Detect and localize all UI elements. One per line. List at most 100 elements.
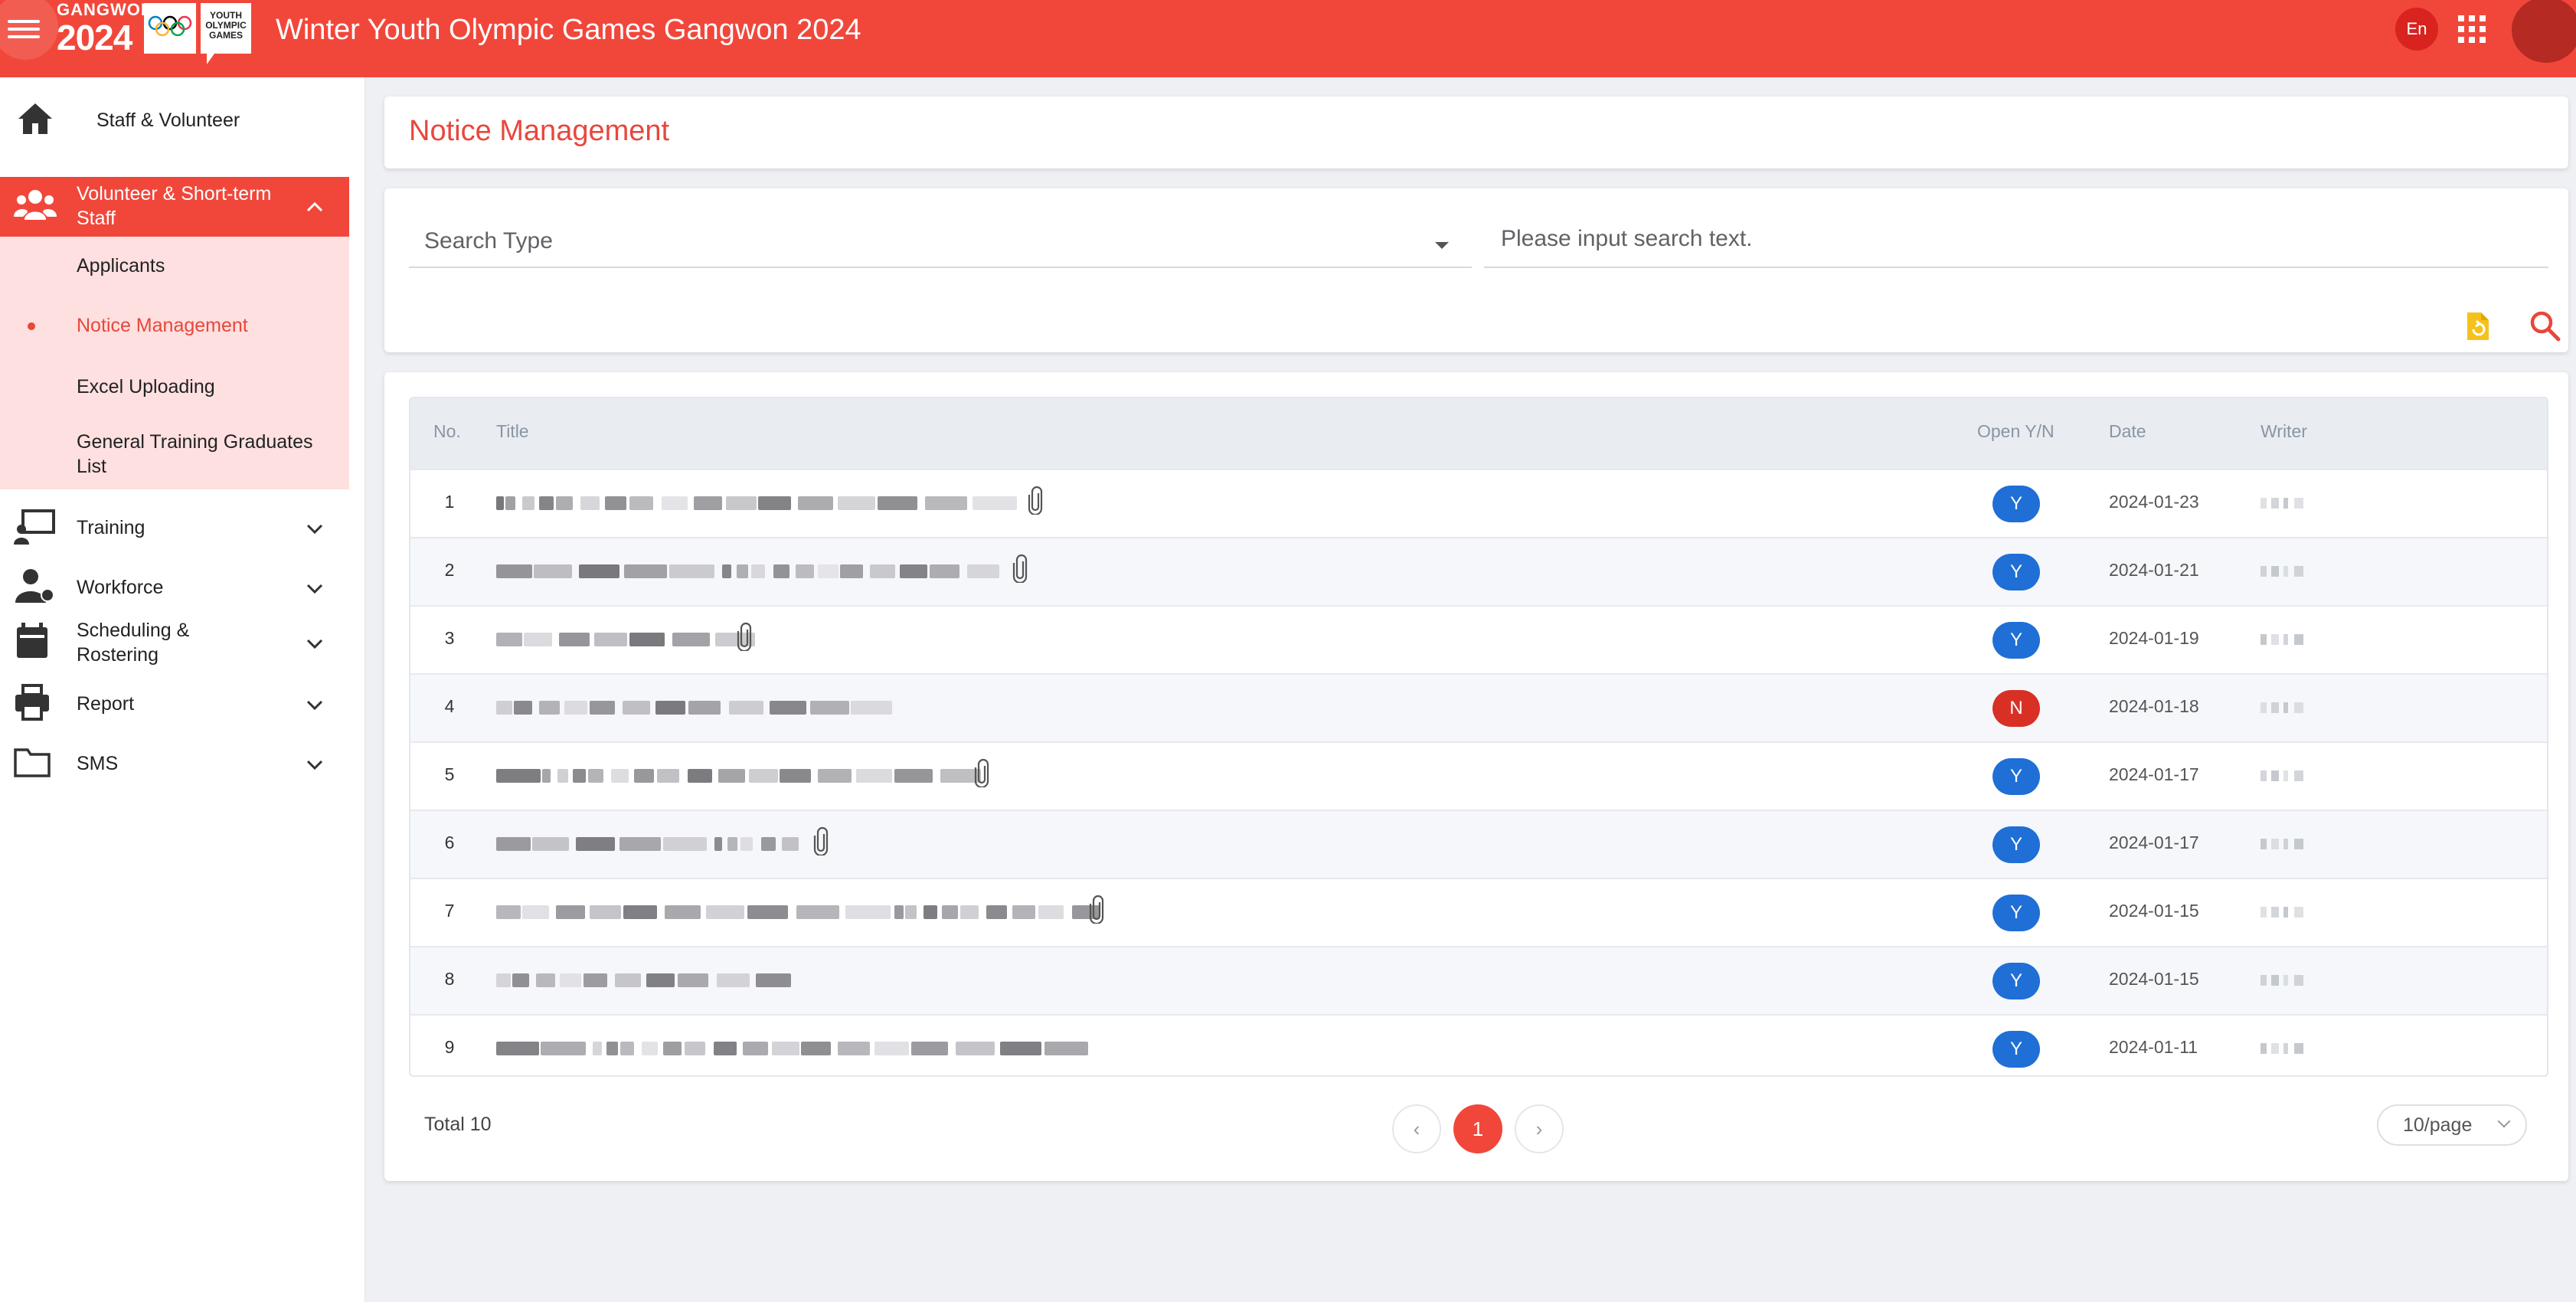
search-icon[interactable] (2529, 309, 2561, 342)
page-size-select[interactable]: 10/page (2377, 1104, 2527, 1146)
search-text-field[interactable] (1484, 219, 2548, 268)
chevron-down-icon (306, 584, 323, 594)
row-number: 7 (444, 901, 455, 921)
row-writer-redacted (2261, 767, 2314, 784)
reset-file-icon[interactable] (2464, 311, 2490, 342)
redacted-text-segment (620, 1042, 634, 1055)
redacted-text-segment (573, 769, 586, 783)
table-row[interactable]: 7 Y 2024-01-15 (410, 878, 2547, 947)
apps-grid-icon[interactable] (2458, 15, 2486, 43)
open-status-badge[interactable]: Y (1992, 758, 2040, 795)
redacted-text-segment (718, 769, 745, 783)
user-gear-icon (15, 569, 54, 603)
redacted-text-segment (845, 905, 891, 919)
redacted-text-segment (619, 837, 661, 851)
paperclip-icon (737, 622, 752, 651)
sidebar-item-report[interactable]: Report (0, 679, 349, 728)
sidebar-item-workforce[interactable]: Workforce (0, 563, 349, 612)
redacted-text-segment (559, 633, 590, 646)
table-row[interactable]: 6 Y 2024-01-17 (410, 810, 2547, 878)
notice-table: No. Title Open Y/N Date Writer 1 Y 2024-01… (409, 397, 2548, 1077)
table-row[interactable]: 3 Y 2024-01-19 (410, 605, 2547, 674)
redacted-text-segment (743, 1042, 768, 1055)
open-status-badge[interactable]: Y (1992, 826, 2040, 863)
open-status-badge[interactable]: Y (1992, 895, 2040, 931)
redacted-text-segment (556, 496, 573, 510)
prev-page-button[interactable]: ‹ (1392, 1104, 1441, 1153)
menu-icon[interactable] (0, 0, 58, 60)
open-status-badge[interactable]: Y (1992, 1031, 2040, 1068)
redacted-text-segment (663, 837, 707, 851)
redacted-text-segment (749, 769, 778, 783)
open-status-badge[interactable]: Y (1992, 486, 2040, 522)
paperclip-icon (1028, 486, 1043, 515)
redacted-text-segment (536, 973, 555, 987)
sidebar-item-scheduling-rostering[interactable]: Scheduling & Rostering (0, 613, 349, 673)
redacted-text-segment (773, 564, 789, 578)
redacted-text-segment (594, 633, 627, 646)
redacted-text-segment (878, 496, 917, 510)
redacted-text-segment (634, 769, 654, 783)
header-open: Open Y/N (1977, 421, 2055, 441)
search-card: Search Type (384, 188, 2568, 352)
redacted-text-segment (606, 1042, 618, 1055)
sidebar-subitem-notice-management[interactable]: Notice Management (77, 313, 248, 338)
search-input[interactable] (1499, 225, 2514, 253)
active-dot-indicator (28, 322, 35, 330)
page-title-card: Notice Management (384, 97, 2568, 168)
submenu-volunteer: Applicants Notice Management Excel Uploa… (0, 237, 349, 489)
calendar-icon (17, 623, 47, 658)
redacted-text-segment (557, 769, 568, 783)
presentation-icon (14, 509, 55, 545)
chevron-up-icon (306, 201, 323, 212)
redacted-text-segment (522, 496, 534, 510)
table-row[interactable]: 1 Y 2024-01-23 (410, 469, 2547, 538)
table-row[interactable]: 8 Y 2024-01-15 (410, 946, 2547, 1015)
table-row[interactable]: 2 Y 2024-01-21 (410, 537, 2547, 606)
open-status-badge[interactable]: N (1992, 690, 2040, 727)
redacted-text-segment (727, 837, 737, 851)
row-date: 2024-01-23 (2109, 492, 2199, 512)
sidebar-subitem-excel-uploading[interactable]: Excel Uploading (77, 375, 215, 399)
sidebar-item-label: Volunteer & Short-term Staff (77, 183, 272, 229)
redacted-text-segment (522, 905, 549, 919)
row-date: 2024-01-21 (2109, 560, 2199, 580)
redacted-text-segment (505, 496, 515, 510)
page-title: Notice Management (409, 115, 670, 147)
redacted-text-segment (588, 769, 603, 783)
chevron-down-icon (306, 639, 323, 649)
sidebar-item-training[interactable]: Training (0, 503, 349, 552)
next-page-button[interactable]: › (1515, 1104, 1564, 1153)
sidebar-item-staff-volunteer[interactable]: Staff & Volunteer (0, 96, 349, 145)
redacted-text-segment (496, 564, 532, 578)
total-count: Total 10 (424, 1114, 492, 1135)
search-type-select[interactable]: Search Type (409, 219, 1472, 268)
chevron-down-icon (306, 524, 323, 535)
redacted-text-segment (688, 769, 712, 783)
sidebar-item-label: Staff & Volunteer (96, 110, 240, 131)
search-type-value: Search Type (424, 228, 553, 254)
table-row[interactable]: 4 N 2024-01-18 (410, 673, 2547, 742)
user-avatar[interactable] (2512, 0, 2576, 63)
table-row[interactable]: 5 Y 2024-01-17 (410, 741, 2547, 810)
redacted-text-segment (496, 837, 531, 851)
redacted-text-segment (496, 905, 521, 919)
redacted-text-segment (665, 905, 701, 919)
sidebar-item-volunteer-short-term-staff[interactable]: Volunteer & Short-term Staff (0, 177, 349, 237)
header-title: Title (496, 421, 529, 441)
gangwon-logo: GANGWON 2024 (57, 0, 154, 56)
page-number-button[interactable]: 1 (1453, 1104, 1502, 1153)
redacted-text-segment (496, 769, 541, 783)
redacted-text-segment (747, 905, 788, 919)
sidebar-subitem-training-graduates[interactable]: General Training Graduates List (77, 430, 329, 479)
open-status-badge[interactable]: Y (1992, 622, 2040, 659)
row-number: 2 (444, 560, 455, 580)
table-row[interactable]: 9 Y 2024-01-11 (410, 1014, 2547, 1075)
sidebar-subitem-applicants[interactable]: Applicants (77, 254, 165, 278)
open-status-badge[interactable]: Y (1992, 554, 2040, 590)
redacted-text-segment (758, 496, 791, 510)
sidebar-item-sms[interactable]: SMS (0, 739, 349, 788)
open-status-badge[interactable]: Y (1992, 963, 2040, 999)
language-button[interactable]: En (2395, 8, 2438, 51)
redacted-text-segment (605, 496, 626, 510)
